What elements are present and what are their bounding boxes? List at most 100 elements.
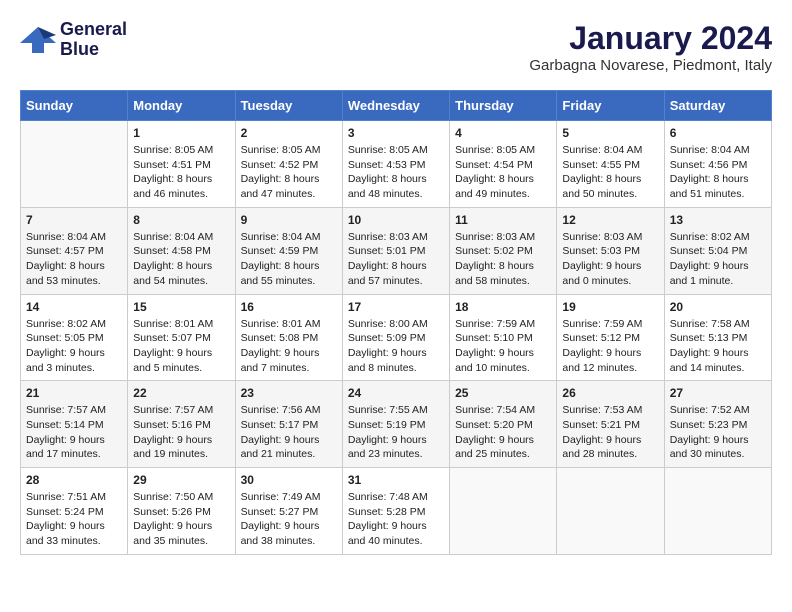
calendar-day-cell <box>664 468 771 555</box>
calendar-table: SundayMondayTuesdayWednesdayThursdayFrid… <box>20 90 772 555</box>
calendar-day-cell: 3 Sunrise: 8:05 AM Sunset: 4:53 PM Daylig… <box>342 121 449 208</box>
calendar-week-row: 21 Sunrise: 7:57 AM Sunset: 5:14 PM Dayli… <box>21 381 772 468</box>
day-info: Sunrise: 8:05 AM Sunset: 4:54 PM Dayligh… <box>455 143 551 202</box>
day-number: 6 <box>670 126 766 140</box>
calendar-day-cell: 16 Sunrise: 8:01 AM Sunset: 5:08 PM Dayli… <box>235 294 342 381</box>
weekday-header-cell: Friday <box>557 91 664 121</box>
weekday-header-cell: Saturday <box>664 91 771 121</box>
calendar-day-cell: 11Sunrise: 8:03 AM Sunset: 5:02 PM Dayli… <box>450 207 557 294</box>
calendar-day-cell <box>557 468 664 555</box>
calendar-day-cell: 31Sunrise: 7:48 AM Sunset: 5:28 PM Dayli… <box>342 468 449 555</box>
day-info: Sunrise: 8:04 AM Sunset: 4:56 PM Dayligh… <box>670 143 766 202</box>
day-number: 1 <box>133 126 229 140</box>
calendar-day-cell: 22Sunrise: 7:57 AM Sunset: 5:16 PM Dayli… <box>128 381 235 468</box>
day-info: Sunrise: 7:50 AM Sunset: 5:26 PM Dayligh… <box>133 490 229 549</box>
logo-text-line1: General <box>60 20 127 40</box>
day-info: Sunrise: 8:01 AM Sunset: 5:08 PM Dayligh… <box>241 317 337 376</box>
calendar-day-cell: 4 Sunrise: 8:05 AM Sunset: 4:54 PM Daylig… <box>450 121 557 208</box>
page-header: General Blue January 2024 Garbagna Novar… <box>20 20 772 74</box>
calendar-day-cell: 25 Sunrise: 7:54 AM Sunset: 5:20 PM Dayli… <box>450 381 557 468</box>
calendar-week-row: 7Sunrise: 8:04 AM Sunset: 4:57 PM Daylig… <box>21 207 772 294</box>
day-info: Sunrise: 8:03 AM Sunset: 5:02 PM Dayligh… <box>455 230 551 289</box>
day-info: Sunrise: 7:59 AM Sunset: 5:10 PM Dayligh… <box>455 317 551 376</box>
day-info: Sunrise: 7:48 AM Sunset: 5:28 PM Dayligh… <box>348 490 444 549</box>
calendar-day-cell: 24Sunrise: 7:55 AM Sunset: 5:19 PM Dayli… <box>342 381 449 468</box>
calendar-day-cell: 6 Sunrise: 8:04 AM Sunset: 4:56 PM Daylig… <box>664 121 771 208</box>
day-number: 13 <box>670 213 766 227</box>
day-number: 15 <box>133 300 229 314</box>
day-info: Sunrise: 8:04 AM Sunset: 4:58 PM Dayligh… <box>133 230 229 289</box>
calendar-day-cell: 8 Sunrise: 8:04 AM Sunset: 4:58 PM Daylig… <box>128 207 235 294</box>
day-number: 7 <box>26 213 122 227</box>
day-number: 18 <box>455 300 551 314</box>
day-info: Sunrise: 8:01 AM Sunset: 5:07 PM Dayligh… <box>133 317 229 376</box>
weekday-header-cell: Sunday <box>21 91 128 121</box>
day-number: 25 <box>455 386 551 400</box>
calendar-day-cell: 15 Sunrise: 8:01 AM Sunset: 5:07 PM Dayli… <box>128 294 235 381</box>
calendar-day-cell: 21 Sunrise: 7:57 AM Sunset: 5:14 PM Dayli… <box>21 381 128 468</box>
calendar-day-cell: 2Sunrise: 8:05 AM Sunset: 4:52 PM Daylig… <box>235 121 342 208</box>
weekday-header-cell: Thursday <box>450 91 557 121</box>
day-number: 26 <box>562 386 658 400</box>
day-info: Sunrise: 8:04 AM Sunset: 4:59 PM Dayligh… <box>241 230 337 289</box>
calendar-day-cell: 10 Sunrise: 8:03 AM Sunset: 5:01 PM Dayli… <box>342 207 449 294</box>
day-info: Sunrise: 8:03 AM Sunset: 5:03 PM Dayligh… <box>562 230 658 289</box>
location-subtitle: Garbagna Novarese, Piedmont, Italy <box>529 57 772 74</box>
day-info: Sunrise: 7:52 AM Sunset: 5:23 PM Dayligh… <box>670 403 766 462</box>
calendar-day-cell: 7Sunrise: 8:04 AM Sunset: 4:57 PM Daylig… <box>21 207 128 294</box>
day-number: 9 <box>241 213 337 227</box>
day-number: 30 <box>241 473 337 487</box>
calendar-day-cell: 13 Sunrise: 8:02 AM Sunset: 5:04 PM Dayli… <box>664 207 771 294</box>
day-number: 4 <box>455 126 551 140</box>
calendar-week-row: 14 Sunrise: 8:02 AM Sunset: 5:05 PM Dayli… <box>21 294 772 381</box>
calendar-day-cell: 27 Sunrise: 7:52 AM Sunset: 5:23 PM Dayli… <box>664 381 771 468</box>
logo-text-line2: Blue <box>60 40 127 60</box>
calendar-day-cell <box>450 468 557 555</box>
logo: General Blue <box>20 20 127 60</box>
day-info: Sunrise: 7:57 AM Sunset: 5:14 PM Dayligh… <box>26 403 122 462</box>
weekday-header-cell: Tuesday <box>235 91 342 121</box>
day-info: Sunrise: 7:59 AM Sunset: 5:12 PM Dayligh… <box>562 317 658 376</box>
calendar-day-cell: 5 Sunrise: 8:04 AM Sunset: 4:55 PM Daylig… <box>557 121 664 208</box>
day-number: 5 <box>562 126 658 140</box>
day-number: 19 <box>562 300 658 314</box>
day-number: 27 <box>670 386 766 400</box>
day-number: 3 <box>348 126 444 140</box>
calendar-day-cell: 1 Sunrise: 8:05 AM Sunset: 4:51 PM Daylig… <box>128 121 235 208</box>
calendar-day-cell <box>21 121 128 208</box>
day-number: 10 <box>348 213 444 227</box>
day-info: Sunrise: 8:02 AM Sunset: 5:04 PM Dayligh… <box>670 230 766 289</box>
day-number: 12 <box>562 213 658 227</box>
day-info: Sunrise: 7:58 AM Sunset: 5:13 PM Dayligh… <box>670 317 766 376</box>
weekday-header-cell: Wednesday <box>342 91 449 121</box>
calendar-body: 1 Sunrise: 8:05 AM Sunset: 4:51 PM Daylig… <box>21 121 772 555</box>
day-info: Sunrise: 7:54 AM Sunset: 5:20 PM Dayligh… <box>455 403 551 462</box>
calendar-day-cell: 19 Sunrise: 7:59 AM Sunset: 5:12 PM Dayli… <box>557 294 664 381</box>
day-info: Sunrise: 8:04 AM Sunset: 4:55 PM Dayligh… <box>562 143 658 202</box>
calendar-day-cell: 14 Sunrise: 8:02 AM Sunset: 5:05 PM Dayli… <box>21 294 128 381</box>
day-info: Sunrise: 8:05 AM Sunset: 4:53 PM Dayligh… <box>348 143 444 202</box>
day-number: 16 <box>241 300 337 314</box>
day-info: Sunrise: 8:02 AM Sunset: 5:05 PM Dayligh… <box>26 317 122 376</box>
calendar-day-cell: 20Sunrise: 7:58 AM Sunset: 5:13 PM Dayli… <box>664 294 771 381</box>
calendar-day-cell: 12 Sunrise: 8:03 AM Sunset: 5:03 PM Dayli… <box>557 207 664 294</box>
day-number: 24 <box>348 386 444 400</box>
day-info: Sunrise: 8:05 AM Sunset: 4:51 PM Dayligh… <box>133 143 229 202</box>
calendar-day-cell: 9 Sunrise: 8:04 AM Sunset: 4:59 PM Daylig… <box>235 207 342 294</box>
calendar-week-row: 28Sunrise: 7:51 AM Sunset: 5:24 PM Dayli… <box>21 468 772 555</box>
day-number: 23 <box>241 386 337 400</box>
day-info: Sunrise: 7:49 AM Sunset: 5:27 PM Dayligh… <box>241 490 337 549</box>
calendar-day-cell: 17 Sunrise: 8:00 AM Sunset: 5:09 PM Dayli… <box>342 294 449 381</box>
day-number: 17 <box>348 300 444 314</box>
day-info: Sunrise: 8:00 AM Sunset: 5:09 PM Dayligh… <box>348 317 444 376</box>
day-number: 14 <box>26 300 122 314</box>
calendar-day-cell: 30 Sunrise: 7:49 AM Sunset: 5:27 PM Dayli… <box>235 468 342 555</box>
logo-icon <box>20 25 56 55</box>
day-info: Sunrise: 7:56 AM Sunset: 5:17 PM Dayligh… <box>241 403 337 462</box>
day-info: Sunrise: 8:03 AM Sunset: 5:01 PM Dayligh… <box>348 230 444 289</box>
day-info: Sunrise: 7:57 AM Sunset: 5:16 PM Dayligh… <box>133 403 229 462</box>
day-number: 21 <box>26 386 122 400</box>
day-number: 8 <box>133 213 229 227</box>
title-block: January 2024 Garbagna Novarese, Piedmont… <box>529 20 772 74</box>
month-title: January 2024 <box>529 20 772 57</box>
